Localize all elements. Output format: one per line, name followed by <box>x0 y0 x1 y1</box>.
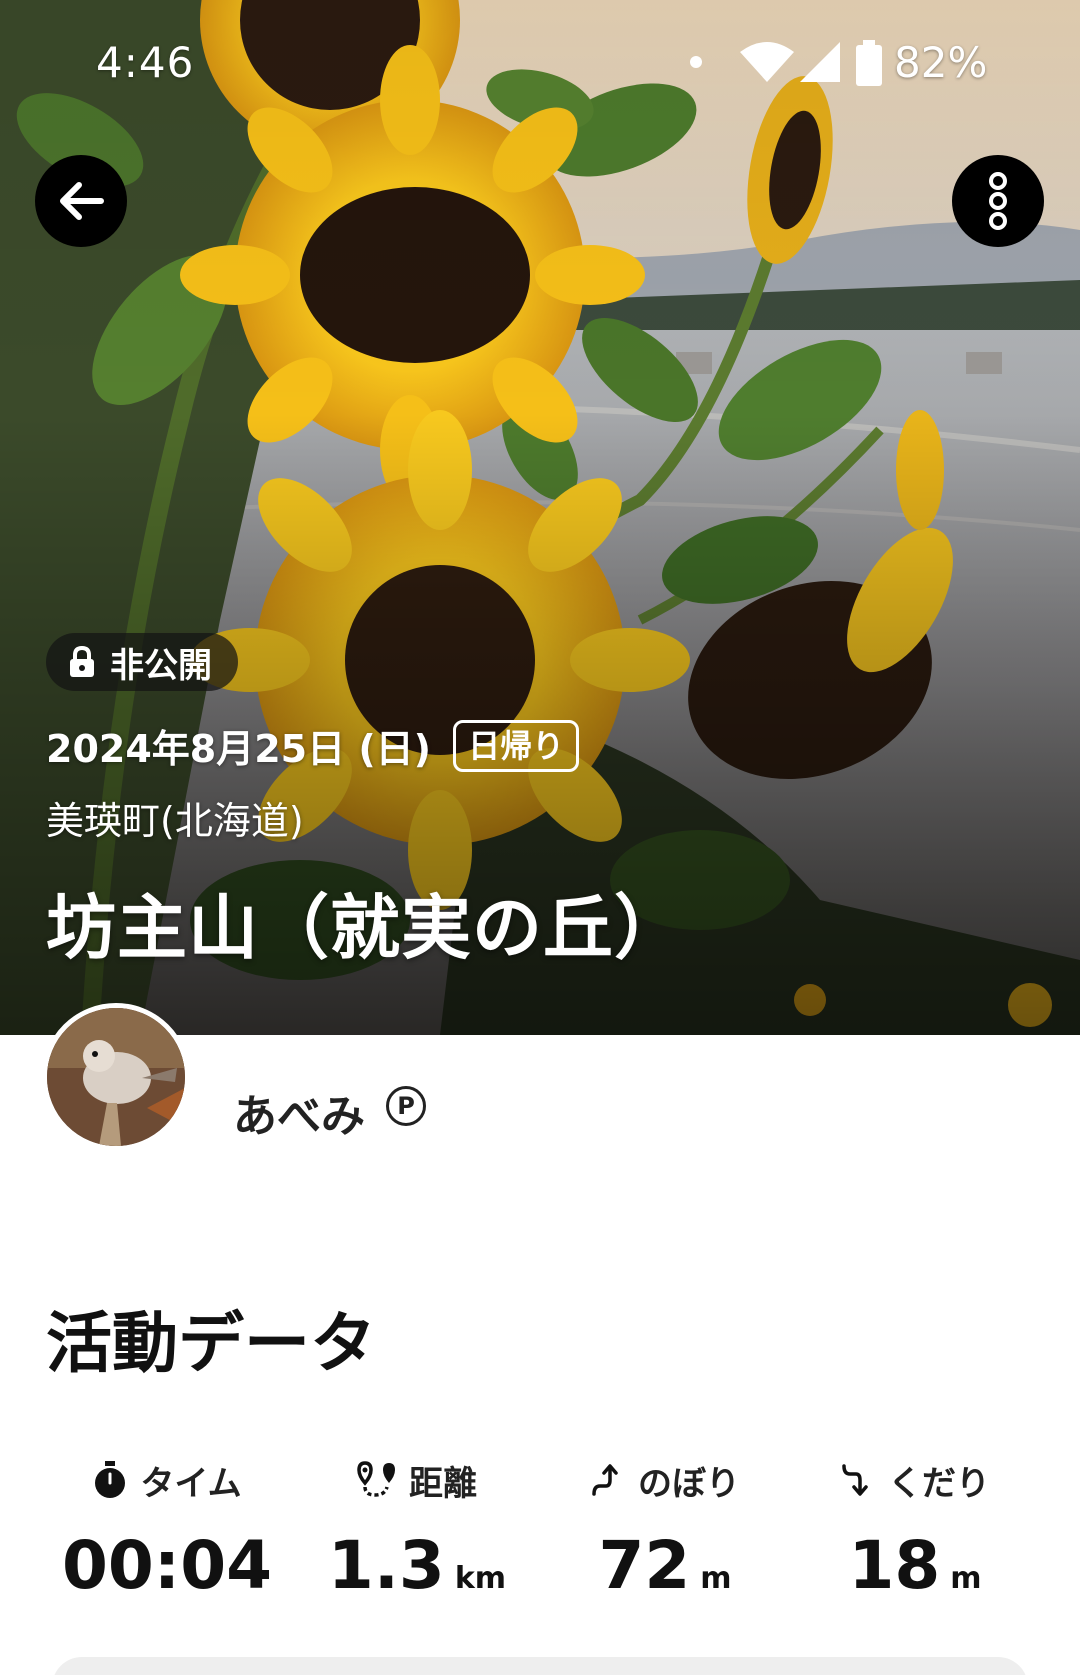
next-card[interactable] <box>52 1657 1028 1675</box>
stopwatch-icon <box>95 1461 126 1498</box>
stat-descent-label: くだり <box>888 1463 990 1504</box>
stat-descent-unit: m <box>950 1561 982 1596</box>
stat-distance-unit: km <box>454 1561 507 1596</box>
visibility-badge: 非公開 <box>46 633 238 691</box>
status-time: 4:46 <box>96 38 195 87</box>
arrow-left-icon <box>60 182 104 220</box>
stat-descent-value: 18 <box>848 1527 941 1604</box>
more-vertical-icon <box>989 172 1007 230</box>
stat-ascent: のぼり 72 m <box>540 1455 790 1604</box>
stat-descent: くだり 18 m <box>790 1455 1040 1604</box>
stat-distance-value: 1.3 <box>327 1527 445 1604</box>
bird-avatar-image <box>47 1008 185 1146</box>
activity-section-title: 活動データ <box>46 1305 376 1382</box>
status-bar: 4:46 82% <box>0 28 1080 100</box>
stat-ascent-unit: m <box>700 1561 732 1596</box>
author-name[interactable]: あべみ <box>233 1080 365 1144</box>
descent-icon <box>842 1464 868 1496</box>
battery-icon <box>856 40 882 86</box>
battery-percent: 82% <box>894 38 988 87</box>
cover-photo[interactable]: 4:46 82% 非公開 2024年8月25日 (日) 日帰り 美瑛町(北海道)… <box>0 0 1080 1035</box>
trip-type-tag: 日帰り <box>453 719 580 772</box>
stat-ascent-label: のぼり <box>638 1463 740 1504</box>
stat-time-value: 00:04 <box>61 1527 273 1604</box>
stat-distance-label: 距離 <box>409 1463 477 1504</box>
wifi-icon <box>740 42 794 82</box>
stat-ascent-value: 72 <box>598 1527 691 1604</box>
more-options-button[interactable] <box>952 155 1044 247</box>
lock-icon <box>70 646 94 677</box>
activity-date: 2024年8月25日 (日) <box>46 727 432 771</box>
activity-detail-screen: 4:46 82% 非公開 2024年8月25日 (日) 日帰り 美瑛町(北海道)… <box>0 0 1080 1675</box>
visibility-label: 非公開 <box>110 645 212 686</box>
activity-stats: タイム 00:04 距離 1.3 km のぼり 72 m くだり 18 m <box>0 1455 1080 1615</box>
ascent-icon <box>592 1464 618 1496</box>
route-icon <box>357 1461 395 1497</box>
stat-time-label: タイム <box>140 1463 242 1504</box>
back-button[interactable] <box>35 155 127 247</box>
stat-distance: 距離 1.3 km <box>292 1455 542 1604</box>
date-row: 2024年8月25日 (日) 日帰り <box>46 718 580 773</box>
premium-badge: P <box>386 1086 426 1126</box>
stat-time: タイム 00:04 <box>42 1455 292 1604</box>
area-label: 美瑛町(北海道) <box>46 799 304 843</box>
signal-icon <box>800 42 840 82</box>
avatar[interactable] <box>42 1003 190 1151</box>
page-title: 坊主山（就実の丘） <box>46 887 685 969</box>
notification-dot-icon <box>690 56 702 68</box>
